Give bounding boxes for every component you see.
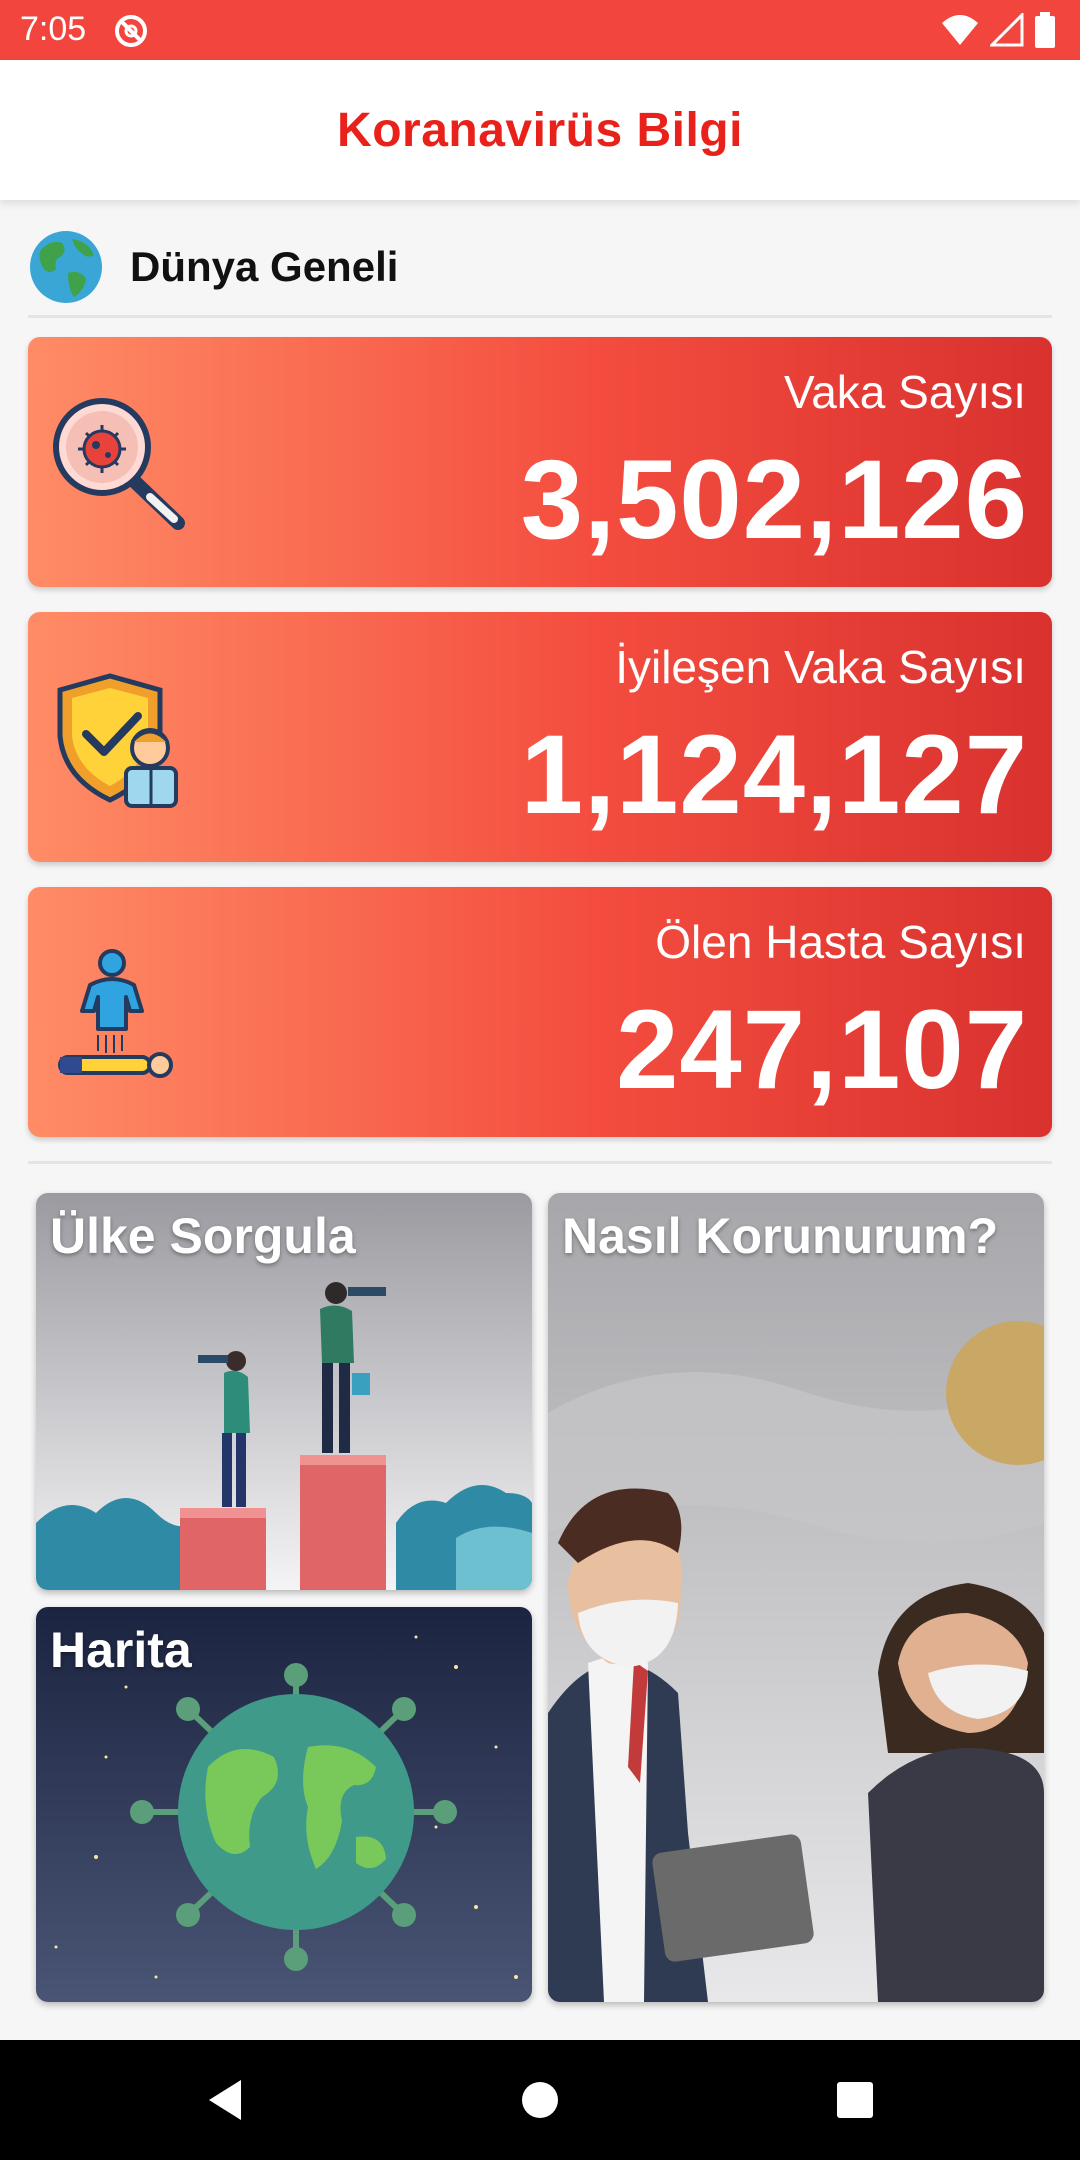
- death-count-card: Ölen Hasta Sayısı 247,107: [28, 887, 1052, 1137]
- divider: [28, 315, 1052, 318]
- recovered-count-value: 1,124,127: [520, 712, 1028, 837]
- recovered-count-card: İyileşen Vaka Sayısı 1,124,127: [28, 612, 1052, 862]
- map-tile[interactable]: Harita: [36, 1607, 532, 2002]
- recovered-count-label: İyileşen Vaka Sayısı: [615, 641, 1026, 693]
- world-heading: Dünya Geneli: [130, 243, 399, 290]
- world-section-header: Dünya Geneli: [28, 225, 1052, 309]
- masked-people-illustration: [548, 1193, 1044, 2002]
- back-icon[interactable]: [195, 2070, 255, 2130]
- country-query-label: Ülke Sorgula: [50, 1208, 356, 1264]
- system-icons: [940, 12, 1056, 48]
- shield-person-icon: [57, 673, 178, 808]
- death-count-value: 247,107: [616, 987, 1028, 1112]
- protection-tips-label: Nasıl Korunurum?: [562, 1208, 999, 1264]
- battery-icon: [1035, 12, 1055, 48]
- case-count-value: 3,502,126: [520, 437, 1028, 562]
- virus-search-icon: [53, 398, 185, 530]
- map-label: Harita: [50, 1622, 192, 1678]
- divider: [28, 1161, 1052, 1164]
- do-not-disturb-icon: [115, 15, 147, 47]
- navigation-bar: [0, 2040, 1080, 2160]
- protection-tips-tile[interactable]: Nasıl Korunurum?: [548, 1193, 1044, 2002]
- deceased-person-icon: [58, 949, 173, 1078]
- globe-icon: [30, 231, 102, 303]
- cellular-signal-icon: [990, 13, 1024, 47]
- app-title: Koranavirüs Bilgi: [337, 103, 743, 157]
- wifi-icon: [942, 15, 978, 45]
- recents-icon[interactable]: [825, 2070, 885, 2130]
- country-query-tile[interactable]: Ülke Sorgula: [36, 1193, 532, 1590]
- death-count-label: Ölen Hasta Sayısı: [655, 916, 1026, 968]
- app-bar: Koranavirüs Bilgi: [0, 60, 1080, 200]
- status-time: 7:05: [20, 10, 87, 48]
- status-bar: 7:05: [0, 0, 1080, 60]
- case-count-card: Vaka Sayısı 3,502,126: [28, 337, 1052, 587]
- home-icon[interactable]: [510, 2070, 570, 2130]
- case-count-label: Vaka Sayısı: [783, 366, 1026, 418]
